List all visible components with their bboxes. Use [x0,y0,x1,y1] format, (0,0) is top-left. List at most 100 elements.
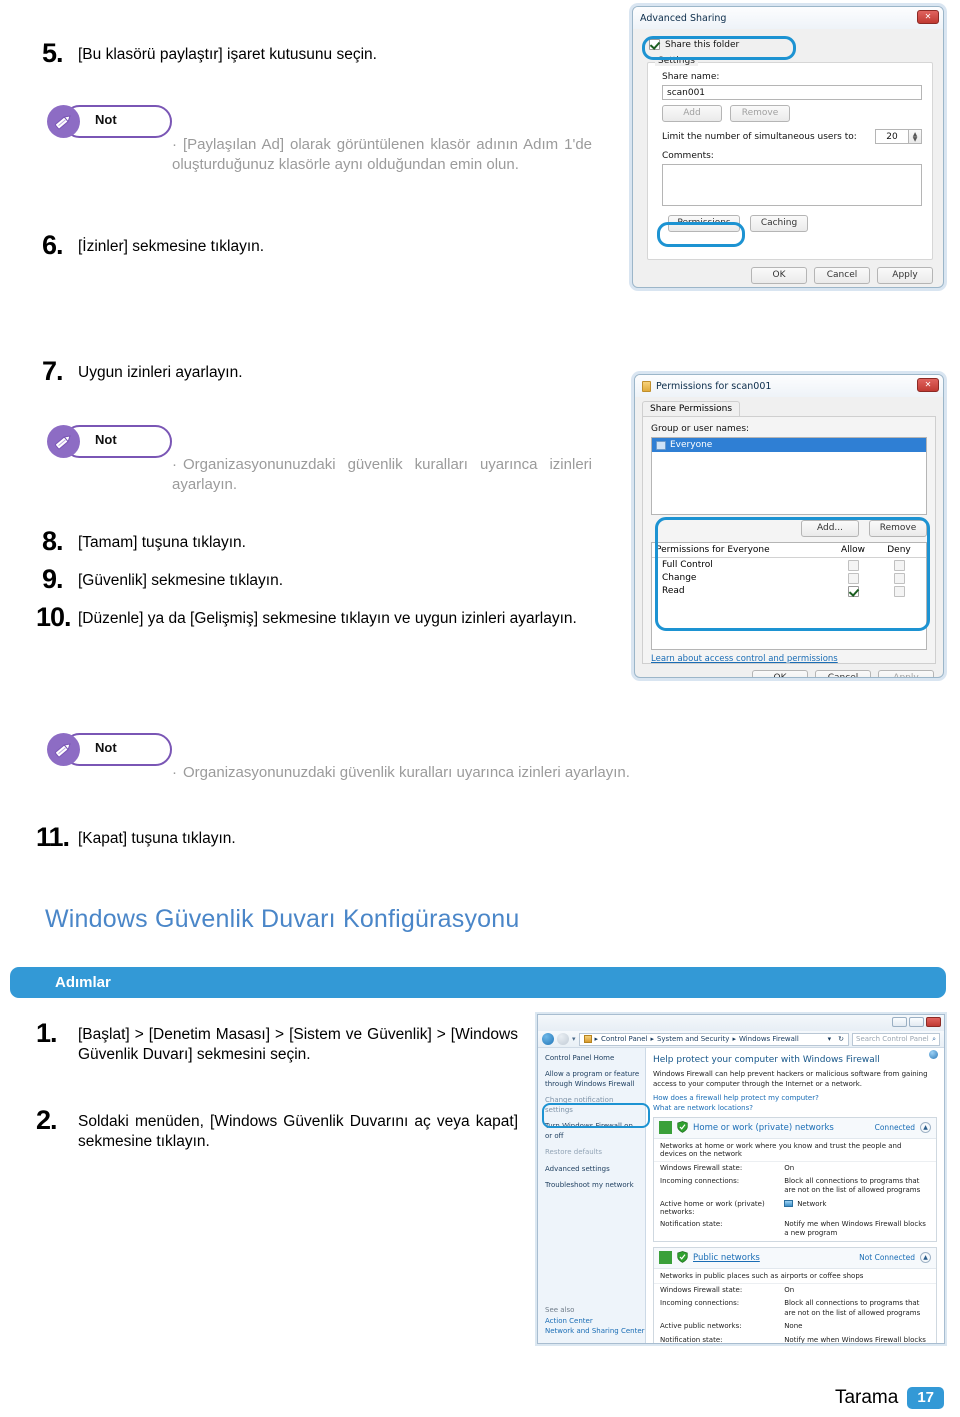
sidebar-item-turn-firewall-on-or-off[interactable]: Turn Windows Firewall on or off [545,1122,640,1141]
chevron-up-icon[interactable]: ▲ [920,1122,931,1134]
note-text-3: · Organizasyonunuzdaki güvenlik kuralları… [172,733,760,783]
perm-row-label: Read [662,586,685,596]
share-this-folder-row[interactable]: Share this folder [641,35,935,50]
step-5-text: [Bu klasörü paylaştır] işaret kutusunu s… [78,46,377,63]
tab-share-permissions[interactable]: Share Permissions [642,401,741,416]
comments-input[interactable] [662,164,922,206]
page-number-badge: 17 [907,1387,944,1409]
network-description-public: Networks in public places such as airpor… [654,1269,936,1284]
breadcrumb-item-windows-firewall[interactable]: Windows Firewall [739,1035,799,1043]
minimize-icon[interactable] [892,1017,907,1027]
see-also-network-sharing-center[interactable]: Network and Sharing Center [545,1327,645,1335]
limit-users-spinner[interactable]: ▲ ▼ [909,129,922,144]
list-item[interactable]: Everyone [652,438,926,452]
share-this-folder-label: Share this folder [665,39,740,50]
window-controls[interactable] [892,1017,941,1027]
deny-column-header: Deny [887,545,911,555]
sidebar-item-troubleshoot-my-network[interactable]: Troubleshoot my network [545,1181,640,1190]
perm-row[interactable]: Full Control [652,558,926,571]
group-user-list[interactable]: Everyone [651,437,927,515]
search-input[interactable]: Search Control Panel ⌕ [852,1032,940,1046]
share-name-label: Share name: [662,72,720,82]
back-icon[interactable] [542,1033,554,1045]
link-what-are-network-locations[interactable]: What are network locations? [653,1104,937,1112]
caching-button[interactable]: Caching [750,215,808,232]
remove-button[interactable]: Remove [869,520,927,537]
windows-firewall-window[interactable]: ▾ ▸ Control Panel ▸ System and Security … [537,1014,945,1344]
network-header[interactable]: Home or work (private) networks Connecte… [654,1117,936,1139]
chevron-up-icon[interactable]: ▲ [920,1252,931,1264]
breadcrumb-item-system-and-security[interactable]: System and Security [657,1035,729,1043]
fw-step-1: 1. [Başlat] > [Denetim Masası] > [Sistem… [24,1020,534,1065]
sidebar-item-control-panel-home[interactable]: Control Panel Home [545,1054,640,1063]
maximize-icon[interactable] [909,1017,924,1027]
read-deny-checkbox[interactable] [893,586,905,597]
permissions-dialog[interactable]: Permissions for scan001 ✕ Share Permissi… [634,374,944,678]
full-control-deny-checkbox[interactable] [893,560,905,571]
list-actions: Add... Remove [651,520,927,537]
fw-step-2: 2. Soldaki menüden, [Windows Güvenlik Du… [24,1107,534,1152]
permissions-button[interactable]: Permissions [668,215,740,232]
help-icon[interactable] [929,1050,938,1059]
network-header[interactable]: Public networks Not Connected ▲ [654,1247,936,1269]
sidebar-item-change-notification-settings[interactable]: Change notification settings [545,1096,640,1115]
network-name-private[interactable]: Home or work (private) networks [693,1123,870,1133]
ok-button[interactable]: OK [752,670,808,677]
add-button[interactable]: Add [662,105,722,122]
sidebar-item-allow-a-program[interactable]: Allow a program or feature through Windo… [545,1070,640,1089]
share-name-input[interactable]: scan001 [662,85,922,100]
limit-users-label: Limit the number of simultaneous users t… [662,131,857,142]
perm-row[interactable]: Read [652,584,926,597]
row-value: Network [784,1200,930,1216]
perm-row[interactable]: Change [652,571,926,584]
see-also-action-center[interactable]: Action Center [545,1317,645,1325]
network-name-public[interactable]: Public networks [693,1253,854,1263]
note-text-2: · Organizasyonunuzdaki güvenlik kuralları… [172,425,592,494]
note-block-2: Not · Organizasyonunuzdaki güvenlik kural… [0,425,620,494]
step-5-number: 5. [42,38,64,68]
refresh-icon[interactable]: ↻ [838,1035,844,1043]
breadcrumb-item-control-panel[interactable]: Control Panel [601,1035,647,1043]
change-allow-checkbox[interactable] [847,573,859,584]
close-icon[interactable]: ✕ [917,378,939,392]
add-button[interactable]: Add... [801,520,859,537]
note-text-1: · [Paylaşılan Ad] olarak görüntülenen kla… [172,105,592,174]
breadcrumb[interactable]: ▸ Control Panel ▸ System and Security ▸ … [578,1032,849,1046]
firewall-main: Control Panel Home Allow a program or fe… [538,1048,944,1343]
read-allow-checkbox[interactable] [847,586,859,597]
breadcrumb-dropdown-icon[interactable]: ▾ [828,1035,832,1043]
fw-step-1-text: [Başlat] > [Denetim Masası] > [Sistem ve… [78,1026,518,1063]
apply-button[interactable]: Apply [878,670,934,677]
step-11: 11. [Kapat] tuşuna tıklayın. [24,824,624,851]
limit-users-input[interactable]: 20 [875,129,909,144]
firewall-paragraph: Windows Firewall can help prevent hacker… [653,1070,928,1088]
step-9-number: 9. [42,564,64,594]
close-icon[interactable] [926,1017,941,1027]
firewall-sidebar: Control Panel Home Allow a program or fe… [538,1048,646,1343]
row-key: Notification state: [660,1219,723,1228]
full-control-allow-checkbox[interactable] [847,560,859,571]
shield-icon [677,1250,688,1265]
close-icon[interactable]: ✕ [917,10,939,24]
row-value: Block all connections to programs that a… [784,1299,921,1317]
dialog-title: Advanced Sharing [640,12,727,24]
share-this-folder-checkbox[interactable] [649,39,660,50]
group-or-user-names-label: Group or user names: [651,424,750,434]
link-how-does-firewall-help[interactable]: How does a firewall help protect my comp… [653,1094,937,1102]
sidebar-item-advanced-settings[interactable]: Advanced settings [545,1165,640,1174]
ok-button[interactable]: OK [751,267,807,284]
step-8-number: 8. [42,526,64,556]
remove-button[interactable]: Remove [730,105,790,122]
change-deny-checkbox[interactable] [893,573,905,584]
cancel-button[interactable]: Cancel [814,267,870,284]
sidebar-item-restore-defaults[interactable]: Restore defaults [545,1148,640,1157]
step-10-number: 10. [36,602,72,632]
learn-about-access-control-link[interactable]: Learn about access control and permissio… [651,654,927,664]
apply-button[interactable]: Apply [877,267,933,284]
step-11-number: 11. [36,822,70,852]
perm-table-header-label: Permissions for Everyone [656,545,770,555]
advanced-sharing-dialog[interactable]: Advanced Sharing ✕ Share this folder Set… [632,6,944,288]
chevron-down-icon[interactable]: ▾ [572,1035,576,1043]
forward-icon[interactable] [557,1033,569,1045]
cancel-button[interactable]: Cancel [815,670,871,677]
